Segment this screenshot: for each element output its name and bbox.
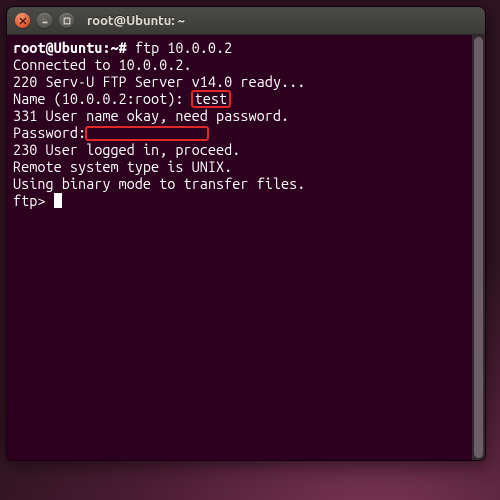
output-line: Name (10.0.0.2:root):: [13, 90, 192, 107]
output-line: Connected to 10.0.0.2.: [13, 56, 192, 73]
window-title: root@Ubuntu: ~: [87, 14, 185, 28]
output-line: Using binary mode to transfer files.: [13, 175, 305, 192]
close-icon[interactable]: [15, 13, 30, 28]
minimize-icon[interactable]: [37, 13, 52, 28]
output-line: Remote system type is UNIX.: [13, 158, 232, 175]
ftp-prompt: ftp>: [13, 192, 54, 209]
command-text: ftp 10.0.0.2: [135, 39, 232, 56]
terminal-body[interactable]: root@Ubuntu:~# ftp 10.0.0.2 Connected to…: [7, 35, 485, 460]
window-titlebar[interactable]: root@Ubuntu: ~: [7, 7, 485, 35]
shell-prompt: root@Ubuntu:~#: [13, 39, 127, 56]
terminal-window: root@Ubuntu: ~ root@Ubuntu:~# ftp 10.0.0…: [6, 6, 486, 461]
highlight-username: test: [191, 90, 231, 108]
scrollbar-thumb[interactable]: [474, 37, 483, 458]
output-line: 220 Serv-U FTP Server v14.0 ready...: [13, 73, 305, 90]
output-line: Password:: [13, 124, 86, 141]
cursor-icon: [54, 193, 62, 208]
highlight-password: [85, 126, 209, 141]
maximize-icon[interactable]: [59, 13, 74, 28]
output-line: 230 User logged in, proceed.: [13, 141, 240, 158]
output-line: 331 User name okay, need password.: [13, 107, 289, 124]
scrollbar[interactable]: [472, 35, 485, 460]
